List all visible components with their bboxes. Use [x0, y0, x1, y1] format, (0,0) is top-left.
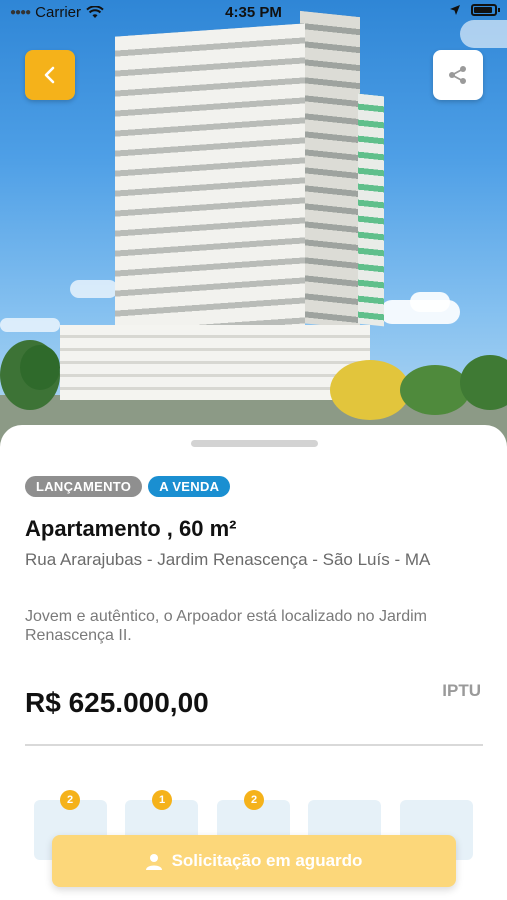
share-button[interactable] — [433, 50, 483, 100]
feature-count-badge: 2 — [60, 790, 80, 810]
tag-for-sale: A VENDA — [148, 476, 231, 497]
share-icon — [449, 66, 466, 84]
divider — [25, 744, 483, 746]
feature-count-badge: 2 — [244, 790, 264, 810]
chevron-left-icon — [44, 66, 55, 84]
tag-launch: LANÇAMENTO — [25, 476, 143, 497]
property-details-sheet: LANÇAMENTO A VENDA Apartamento , 60 m² R… — [0, 425, 507, 900]
property-address: Rua Ararajubas - Jardim Renascença - São… — [25, 550, 431, 569]
request-status-label: Solicitação em aguardo — [171, 851, 363, 870]
property-photo — [0, 0, 507, 450]
property-description: Jovem e autêntico, o Arpoador está local… — [25, 608, 428, 644]
feature-count-badge: 1 — [152, 790, 172, 810]
property-price: R$ 625.000,00 — [25, 687, 209, 718]
request-status-button[interactable]: Solicitação em aguardo — [52, 835, 456, 887]
back-button[interactable] — [25, 50, 75, 100]
sheet-drag-handle[interactable] — [191, 440, 318, 447]
location-arrow-icon — [450, 5, 460, 15]
property-title: Apartamento , 60 m² — [25, 516, 237, 541]
iptu-label: IPTU — [442, 681, 481, 700]
status-bar: ●●●● Carrier 4:35 PM — [0, 0, 507, 26]
battery-icon — [471, 4, 500, 16]
person-icon — [145, 853, 162, 870]
status-tags: LANÇAMENTO A VENDA — [25, 476, 231, 497]
clock: 4:35 PM — [225, 4, 282, 21]
